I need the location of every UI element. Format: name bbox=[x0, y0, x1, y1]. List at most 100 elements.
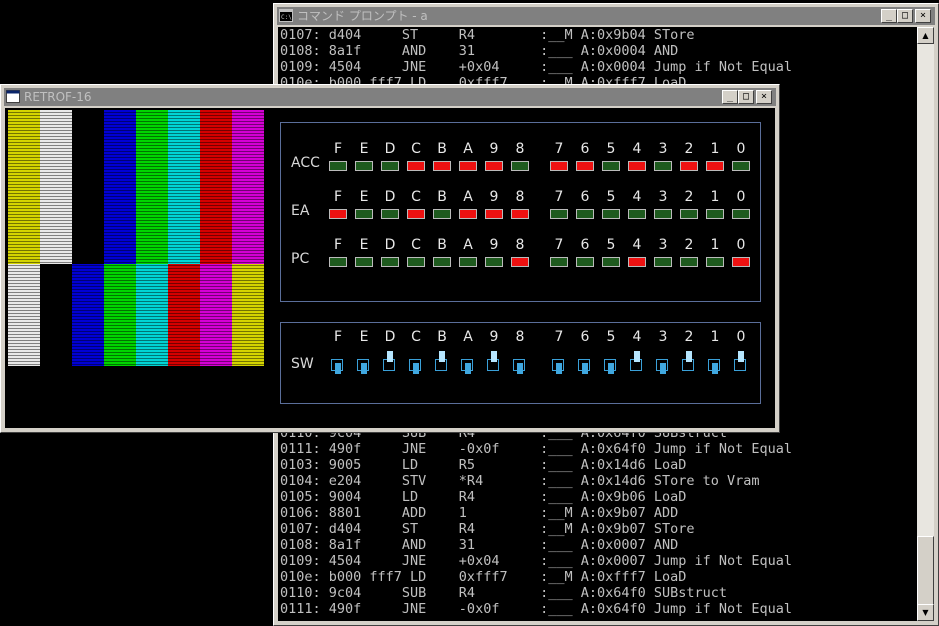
bit-label: 0 bbox=[736, 141, 746, 157]
toggle-switch-bit-0[interactable] bbox=[733, 351, 749, 375]
bit-label: 0 bbox=[736, 329, 746, 345]
bit-label: 8 bbox=[515, 329, 525, 345]
console-line: 0110: 9c04 SUB R4 :___ A:0x64f0 SUBstruc… bbox=[280, 585, 728, 601]
toggle-switch-bit-C[interactable] bbox=[408, 351, 424, 375]
bit-label: B bbox=[437, 329, 447, 345]
bit-label: 3 bbox=[658, 237, 668, 253]
bit-label: A bbox=[463, 141, 473, 157]
close-button[interactable]: × bbox=[915, 9, 931, 23]
led-ea-bit-3 bbox=[654, 209, 672, 219]
maximize-button[interactable]: □ bbox=[738, 90, 754, 104]
switch-lever[interactable] bbox=[738, 351, 744, 362]
switch-lever[interactable] bbox=[491, 351, 497, 362]
toggle-switch-bit-3[interactable] bbox=[655, 351, 671, 375]
bit-label: 4 bbox=[632, 237, 642, 253]
console-line: 0107: d404 ST R4 :__M A:0x9b04 STore bbox=[280, 27, 695, 43]
switch-lever[interactable] bbox=[413, 363, 419, 374]
toggle-switch-bit-6[interactable] bbox=[577, 351, 593, 375]
switch-lever[interactable] bbox=[686, 351, 692, 362]
bit-label: 5 bbox=[606, 237, 616, 253]
bit-label: B bbox=[437, 189, 447, 205]
bit-label: A bbox=[463, 237, 473, 253]
toggle-switch-bit-1[interactable] bbox=[707, 351, 723, 375]
console-titlebar[interactable]: C:\ コマンド プロンプト - a _ □ × bbox=[277, 7, 935, 25]
console-line: 0104: e204 STV *R4 :___ A:0x14d6 STore t… bbox=[280, 473, 760, 489]
led-acc-bit-B bbox=[433, 161, 451, 171]
bit-label: 0 bbox=[736, 237, 746, 253]
bit-label: F bbox=[333, 189, 343, 205]
led-pc-bit-0 bbox=[732, 257, 750, 267]
led-pc-bit-C bbox=[407, 257, 425, 267]
bit-label: 7 bbox=[554, 189, 564, 205]
bit-label: 8 bbox=[515, 189, 525, 205]
bit-label: 0 bbox=[736, 189, 746, 205]
scroll-up-button[interactable]: ▲ bbox=[917, 27, 934, 44]
bit-label: 9 bbox=[489, 237, 499, 253]
led-acc-bit-8 bbox=[511, 161, 529, 171]
switch-lever[interactable] bbox=[556, 363, 562, 374]
vertical-scrollbar[interactable]: ▲ ▼ bbox=[917, 27, 934, 621]
switch-lever[interactable] bbox=[465, 363, 471, 374]
scroll-down-button[interactable]: ▼ bbox=[917, 604, 934, 621]
toggle-switch-bit-4[interactable] bbox=[629, 351, 645, 375]
toggle-switch-bit-7[interactable] bbox=[551, 351, 567, 375]
bit-label: C bbox=[411, 237, 421, 253]
led-ea-bit-A bbox=[459, 209, 477, 219]
switch-lever[interactable] bbox=[387, 351, 393, 362]
led-ea-bit-1 bbox=[706, 209, 724, 219]
led-acc-bit-2 bbox=[680, 161, 698, 171]
minimize-button[interactable]: _ bbox=[722, 90, 738, 104]
toggle-switch-bit-D[interactable] bbox=[382, 351, 398, 375]
toggle-switch-bit-A[interactable] bbox=[460, 351, 476, 375]
toggle-switch-bit-9[interactable] bbox=[486, 351, 502, 375]
switch-lever[interactable] bbox=[335, 363, 341, 374]
switch-lever[interactable] bbox=[660, 363, 666, 374]
close-button[interactable]: × bbox=[756, 90, 772, 104]
maximize-button[interactable]: □ bbox=[897, 9, 913, 23]
bit-label: 3 bbox=[658, 141, 668, 157]
led-acc-bit-A bbox=[459, 161, 477, 171]
led-ea-bit-C bbox=[407, 209, 425, 219]
bit-label: 6 bbox=[580, 141, 590, 157]
toggle-switch-bit-2[interactable] bbox=[681, 351, 697, 375]
register-label-ea: EA bbox=[291, 203, 310, 219]
switch-lever[interactable] bbox=[517, 363, 523, 374]
switch-panel: SW F E D C B A 9 8 7 6 5 4 3 2 1 0 bbox=[280, 322, 761, 404]
toggle-switch-bit-8[interactable] bbox=[512, 351, 528, 375]
toggle-switch-bit-E[interactable] bbox=[356, 351, 372, 375]
switch-lever[interactable] bbox=[608, 363, 614, 374]
switch-lever[interactable] bbox=[634, 351, 640, 362]
console-line: 0105: 9004 LD R4 :___ A:0x9b06 LoaD bbox=[280, 489, 687, 505]
led-pc-bit-8 bbox=[511, 257, 529, 267]
switch-lever[interactable] bbox=[439, 351, 445, 362]
toggle-switch-bit-B[interactable] bbox=[434, 351, 450, 375]
toggle-switch-bit-5[interactable] bbox=[603, 351, 619, 375]
retrof16-titlebar[interactable]: RETROF-16 _ □ × bbox=[4, 88, 776, 106]
console-line: 0108: 8a1f AND 31 :___ A:0x0007 AND bbox=[280, 537, 679, 553]
switch-lever[interactable] bbox=[712, 363, 718, 374]
bit-label: A bbox=[463, 329, 473, 345]
bit-label: D bbox=[384, 237, 396, 253]
bit-label: D bbox=[384, 329, 396, 345]
switch-lever[interactable] bbox=[361, 363, 367, 374]
scroll-thumb[interactable] bbox=[917, 536, 934, 606]
led-acc-bit-7 bbox=[550, 161, 568, 171]
bit-label: 2 bbox=[684, 329, 694, 345]
bit-label: 7 bbox=[554, 329, 564, 345]
console-line: 0111: 490f JNE -0x0f :___ A:0x64f0 Jump … bbox=[280, 601, 793, 617]
bit-label: E bbox=[359, 237, 369, 253]
bit-label: 1 bbox=[710, 141, 720, 157]
minimize-button[interactable]: _ bbox=[881, 9, 897, 23]
switch-lever[interactable] bbox=[582, 363, 588, 374]
console-line: 0109: 4504 JNE +0x04 :___ A:0x0004 Jump … bbox=[280, 59, 793, 75]
toggle-switch-bit-F[interactable] bbox=[330, 351, 346, 375]
register-label-pc: PC bbox=[291, 251, 310, 267]
led-acc-bit-F bbox=[329, 161, 347, 171]
bit-label: 1 bbox=[710, 329, 720, 345]
bit-label: C bbox=[411, 141, 421, 157]
led-pc-bit-A bbox=[459, 257, 477, 267]
bit-label: F bbox=[333, 141, 343, 157]
led-pc-bit-3 bbox=[654, 257, 672, 267]
bit-label: D bbox=[384, 141, 396, 157]
led-acc-bit-1 bbox=[706, 161, 724, 171]
